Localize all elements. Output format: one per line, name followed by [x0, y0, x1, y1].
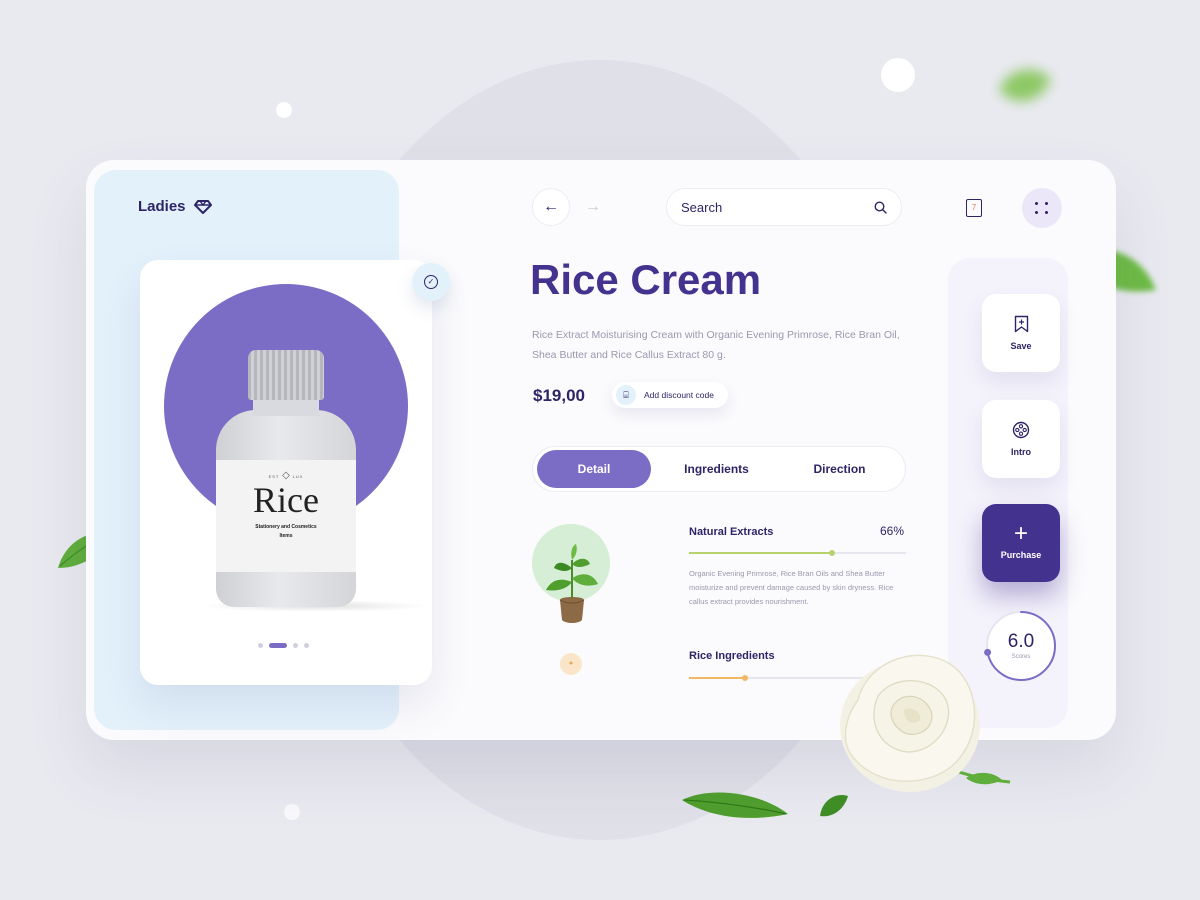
carousel-dots[interactable]: [258, 643, 309, 648]
carousel-dot[interactable]: [269, 643, 287, 648]
slider-indicator-dot[interactable]: ●: [560, 653, 582, 675]
white-rose-decor: [840, 654, 1011, 792]
stat-natural-extracts-fill: [689, 552, 833, 554]
decor-bubble-large: [881, 58, 915, 92]
search-icon[interactable]: [874, 200, 887, 214]
save-label: Save: [1010, 341, 1032, 351]
stat-natural-extracts-description: Organic Evening Primrose, Rice Bran Oils…: [689, 569, 894, 606]
bottle-subtitle-1: Stationery and Cosmetics: [255, 524, 317, 530]
dot-grid-icon: [1035, 202, 1038, 205]
leaf-bottom-decor: [682, 792, 788, 818]
arrow-right-icon: →: [585, 198, 601, 215]
stat-rice-ingredients-label: Rice Ingredients: [689, 650, 775, 662]
scan-icon: ⌸: [616, 385, 636, 405]
plus-icon: +: [1013, 520, 1028, 547]
decor-bubble-small: [276, 102, 292, 118]
search-box[interactable]: [666, 188, 902, 226]
intro-button[interactable]: Intro: [982, 400, 1060, 478]
bottle-label: EST ◇ LUX Rice Stationery and Cosmetics …: [216, 460, 356, 572]
calendar-icon[interactable]: 7: [966, 199, 982, 217]
tab-ingredients[interactable]: Ingredients: [655, 450, 778, 488]
purchase-label: Purchase: [1000, 550, 1042, 560]
brand-name: Ladies: [138, 198, 186, 215]
carousel-dot[interactable]: [258, 643, 263, 648]
save-button[interactable]: Save: [982, 294, 1060, 372]
stat-natural-extracts-percent: 66%: [880, 524, 905, 538]
stat-natural-extracts-label: Natural Extracts: [689, 526, 774, 538]
search-input[interactable]: [681, 199, 851, 215]
bookmark-icon: [1014, 315, 1028, 333]
decor-bubble-bottom: [284, 804, 300, 820]
carousel-dot[interactable]: [304, 643, 309, 648]
diamond-icon: [193, 199, 212, 214]
stat-natural-extracts-knob[interactable]: [829, 550, 836, 556]
back-button[interactable]: ←: [532, 188, 570, 226]
tab-bar: Detail Ingredients Direction: [532, 446, 906, 492]
stat-rice-ingredients-knob[interactable]: [742, 675, 749, 681]
carousel-dot[interactable]: [293, 643, 298, 648]
product-image-card[interactable]: EST ◇ LUX Rice Stationery and Cosmetics …: [140, 260, 432, 685]
product-title: Rice Cream: [530, 256, 762, 303]
stat-natural-extracts-bar: [689, 550, 906, 556]
tab-direction[interactable]: Direction: [778, 450, 901, 488]
bottle-brand-text: Rice: [253, 480, 319, 520]
menu-button[interactable]: [1022, 188, 1062, 228]
product-price: $19,00: [533, 386, 585, 405]
leaf-blurred-top-decor: [999, 69, 1051, 102]
check-icon: ✓: [424, 275, 438, 289]
stat-rice-ingredients-fill: [689, 677, 746, 679]
bottle-cap: [248, 350, 324, 400]
brand-logo[interactable]: Ladies: [138, 198, 212, 215]
film-reel-icon: [1012, 421, 1030, 439]
forward-button[interactable]: →: [574, 188, 612, 226]
intro-label: Intro: [1011, 447, 1031, 457]
arrow-left-icon: ←: [543, 198, 559, 215]
product-description: Rice Extract Moisturising Cream with Org…: [532, 329, 900, 361]
plant-sprout-icon: [546, 544, 598, 623]
add-discount-label: Add discount code: [644, 390, 714, 400]
purchase-button[interactable]: + Purchase: [982, 504, 1060, 582]
calendar-day: 7: [971, 203, 977, 212]
verified-badge[interactable]: ✓: [412, 263, 450, 301]
tab-detail[interactable]: Detail: [537, 450, 651, 488]
add-discount-button[interactable]: ⌸ Add discount code: [612, 382, 728, 408]
bottle-subtitle-2: Items: [279, 533, 293, 539]
